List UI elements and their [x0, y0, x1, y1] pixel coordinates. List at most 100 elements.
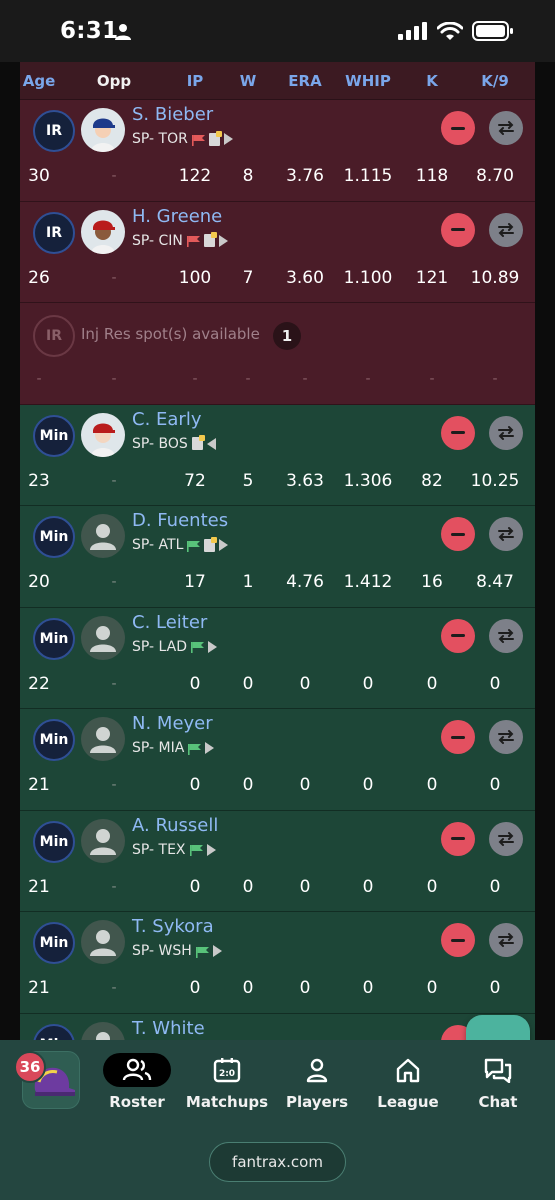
stat-age: 23 [28, 470, 50, 491]
player-avatar[interactable] [81, 920, 125, 964]
stat-k: 16 [421, 572, 443, 592]
stat-ip: 0 [189, 775, 201, 795]
player-avatar[interactable] [81, 514, 125, 558]
slot-badge[interactable]: Min [33, 516, 75, 558]
player-name[interactable]: D. Fuentes [132, 510, 228, 531]
player-avatar[interactable] [81, 209, 125, 254]
swap-arrows-icon [498, 425, 514, 440]
slot-badge[interactable]: Min [33, 820, 75, 863]
player-name[interactable]: C. Early [132, 409, 201, 430]
move-player-button[interactable] [489, 821, 523, 856]
position-team-text: SP- LAD [132, 638, 188, 655]
slot-badge[interactable]: Min [33, 617, 75, 660]
player-name[interactable]: N. Meyer [132, 713, 213, 734]
player-avatar[interactable] [81, 1021, 125, 1040]
move-player-button[interactable] [489, 720, 523, 754]
slot-badge[interactable]: IR [33, 211, 75, 254]
roster-row: Min A. Russell SP- TEX 21 - 0 0 0 0 0 0 [20, 810, 535, 912]
drop-player-button[interactable] [441, 111, 475, 145]
stat-ip: 122 [178, 166, 212, 186]
slot-badge[interactable]: Min [33, 719, 75, 761]
slot-badge[interactable]: Min [33, 414, 75, 457]
slot-badge[interactable]: Min [33, 1023, 75, 1040]
expand-right-icon[interactable] [223, 133, 233, 145]
bottom-nav: 36 Roster 2:0 Matchups Players League Ch… [0, 1040, 555, 1200]
expand-right-icon[interactable] [206, 843, 216, 856]
col-age[interactable]: Age [23, 72, 56, 90]
tab-league[interactable]: League [363, 1053, 453, 1133]
drop-player-button[interactable] [441, 618, 475, 653]
drop-player-button[interactable] [441, 212, 475, 247]
expand-right-icon[interactable] [205, 742, 215, 754]
roster-row: Min N. Meyer SP- MIA 21 - 0 0 0 0 0 0 [20, 709, 535, 811]
slot-badge[interactable]: Min [33, 922, 75, 964]
move-player-button[interactable] [489, 415, 523, 450]
svg-text:2:0: 2:0 [219, 1069, 235, 1079]
drop-player-button[interactable] [441, 415, 475, 450]
player-avatar[interactable] [81, 412, 125, 457]
col-w[interactable]: W [240, 72, 257, 90]
player-position-team: SP- LAD [132, 638, 218, 655]
expand-right-icon[interactable] [212, 945, 222, 957]
roster-row: IR S. Bieber SP- TOR 30 - 122 8 3.76 1.115 118 8.7… [20, 100, 535, 202]
player-name[interactable]: S. Bieber [132, 104, 213, 125]
column-header-row: Age Opp IP W ERA WHIP K K/9 [20, 62, 535, 100]
stat-k: 0 [426, 775, 438, 795]
stat-ip: 100 [178, 267, 212, 288]
stat-k9: 0 [489, 876, 501, 897]
player-name[interactable]: C. Leiter [132, 612, 207, 633]
drop-player-button[interactable] [441, 821, 475, 856]
drop-player-button[interactable] [441, 923, 475, 957]
expand-right-icon[interactable] [219, 539, 229, 551]
roster-scroll-area[interactable]: Age Opp IP W ERA WHIP K K/9 IR S. Bieber S… [0, 62, 555, 1040]
expand-right-icon[interactable] [218, 234, 228, 247]
tab-players[interactable]: Players [272, 1053, 362, 1133]
tab-roster[interactable]: Roster [92, 1053, 182, 1133]
expand-left-icon[interactable] [206, 437, 216, 450]
player-avatar[interactable] [81, 818, 125, 863]
expand-right-icon[interactable] [208, 640, 218, 653]
col-whip[interactable]: WHIP [345, 72, 391, 90]
player-name[interactable]: A. Russell [132, 815, 218, 836]
tab-league-label: League [377, 1093, 439, 1111]
player-name[interactable]: H. Greene [132, 206, 222, 227]
drop-player-button[interactable] [441, 517, 475, 551]
player-avatar[interactable] [81, 615, 125, 660]
stat-whip: 1.306 [343, 470, 393, 491]
stat-era: 0 [299, 876, 311, 897]
roster-row: IR Inj Res spot(s) available 1 - - - - - - - - [20, 303, 535, 405]
stat-ip: 17 [184, 572, 206, 592]
slot-badge[interactable]: IR [33, 110, 75, 152]
slot-badge[interactable]: IR [33, 315, 75, 357]
player-name[interactable]: T. Sykora [132, 916, 214, 937]
player-avatar[interactable] [81, 108, 125, 152]
news-note-icon[interactable] [208, 130, 222, 146]
tab-matchups[interactable]: 2:0 Matchups [182, 1053, 272, 1133]
move-player-button[interactable] [489, 517, 523, 551]
col-era[interactable]: ERA [288, 72, 321, 90]
stat-ip: - [192, 371, 198, 387]
tab-chat[interactable]: Chat [453, 1053, 543, 1133]
swap-arrows-icon [498, 527, 514, 541]
col-k9[interactable]: K/9 [481, 72, 509, 90]
player-position-team: SP- BOS [132, 435, 216, 452]
battery-icon [472, 21, 513, 41]
player-avatar[interactable] [81, 717, 125, 761]
stat-opp: - [111, 269, 117, 286]
avatar-placeholder-icon [90, 930, 116, 956]
move-player-button[interactable] [489, 618, 523, 653]
col-ip[interactable]: IP [187, 72, 204, 90]
col-k[interactable]: K [426, 72, 438, 90]
news-note-icon[interactable] [204, 536, 218, 552]
move-player-button[interactable] [489, 111, 523, 145]
drop-player-button[interactable] [441, 720, 475, 754]
move-player-button[interactable] [489, 212, 523, 247]
news-note-icon[interactable] [203, 232, 217, 247]
news-note-icon[interactable] [191, 435, 205, 450]
status-bar: 6:31 [0, 0, 555, 62]
move-player-button[interactable] [489, 923, 523, 957]
site-link[interactable]: fantrax.com [209, 1142, 346, 1182]
player-name[interactable]: T. White [132, 1018, 205, 1039]
filter-button[interactable] [466, 1015, 530, 1040]
col-opp[interactable]: Opp [97, 72, 131, 90]
